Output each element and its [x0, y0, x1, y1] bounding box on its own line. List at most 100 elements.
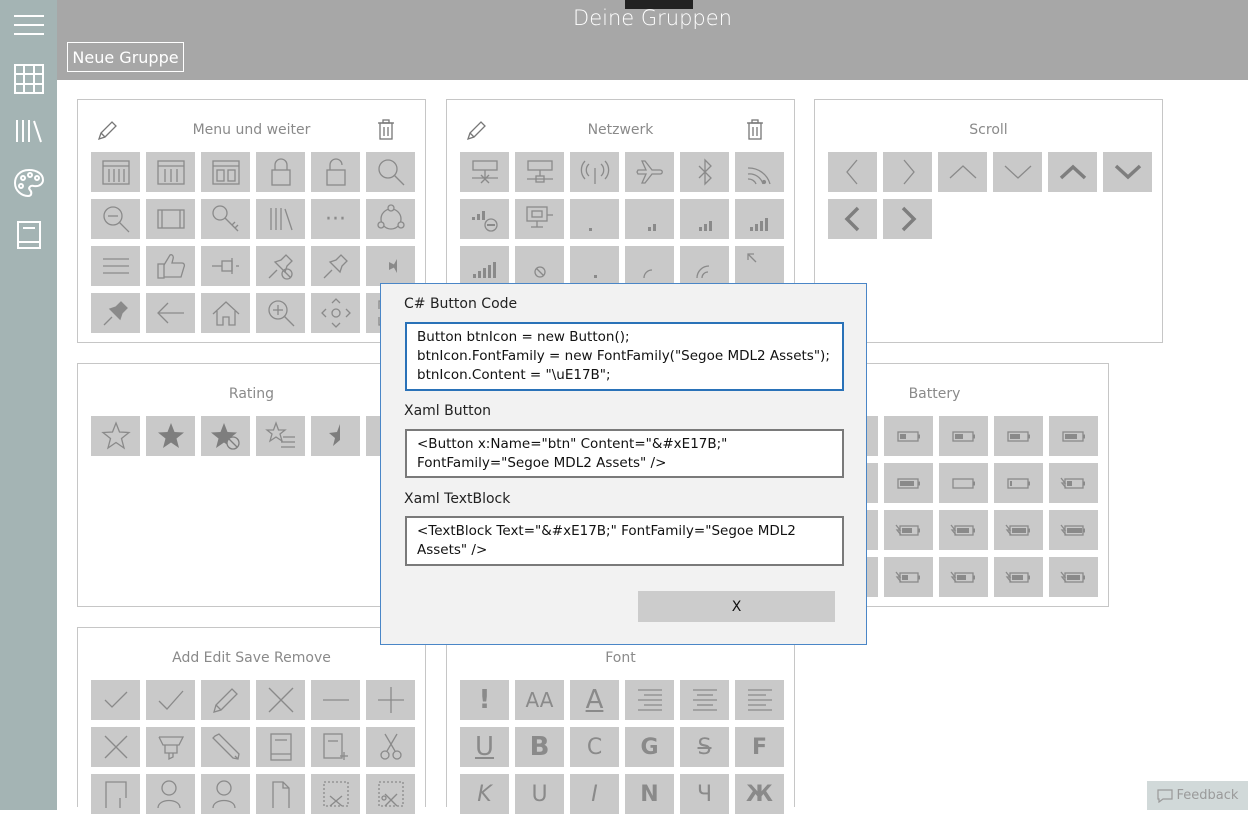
highlight-icon[interactable] — [146, 727, 195, 767]
cut-selection-icon[interactable] — [311, 774, 360, 814]
remove-icon[interactable] — [311, 680, 360, 720]
cut-icon[interactable] — [366, 774, 415, 814]
font-n-icon[interactable]: N — [625, 774, 674, 814]
bluetooth-icon[interactable] — [680, 152, 729, 192]
battery-high-icon[interactable] — [884, 463, 933, 503]
palette-nav-button[interactable] — [0, 158, 57, 208]
signal-bars-2-icon[interactable] — [680, 199, 729, 239]
add-document-icon[interactable] — [311, 727, 360, 767]
chevron-down-icon[interactable] — [993, 152, 1042, 192]
star-blocked-icon[interactable] — [201, 416, 250, 456]
battery-charging-0-icon[interactable] — [1049, 463, 1098, 503]
font-size-icon[interactable]: AA — [515, 680, 564, 720]
accept-icon[interactable] — [146, 680, 195, 720]
wifi-2-icon[interactable] — [680, 246, 729, 286]
home-icon[interactable] — [201, 293, 250, 333]
lock-icon[interactable] — [256, 152, 305, 192]
cancel-icon[interactable] — [256, 680, 305, 720]
chevron-right-icon[interactable] — [883, 152, 932, 192]
battery-saver-1-icon[interactable] — [884, 557, 933, 597]
star-outline-icon[interactable] — [91, 416, 140, 456]
zoom-in-icon[interactable] — [256, 293, 305, 333]
pin-horizontal-icon[interactable] — [201, 246, 250, 286]
antenna-icon[interactable] — [570, 152, 619, 192]
star-filled-icon[interactable] — [146, 416, 195, 456]
battery-charging-2-icon[interactable] — [884, 510, 933, 550]
calendar-week-icon[interactable] — [146, 152, 195, 192]
save-book-icon[interactable] — [256, 727, 305, 767]
more-icon[interactable]: ··· — [311, 199, 360, 239]
pin-icon[interactable] — [311, 246, 360, 286]
align-right-icon[interactable] — [625, 680, 674, 720]
align-left-icon[interactable] — [735, 680, 784, 720]
calendar-day-icon[interactable] — [201, 152, 250, 192]
battery-saver-3-icon[interactable] — [994, 557, 1043, 597]
page-corner-icon[interactable] — [91, 774, 140, 814]
new-group-button[interactable]: Neue Gruppe — [67, 42, 184, 72]
no-signal-icon[interactable] — [515, 246, 564, 286]
arrow-top-left-icon[interactable] — [735, 246, 784, 286]
back-arrow-icon[interactable] — [146, 293, 195, 333]
battery-saver-2-icon[interactable] — [939, 557, 988, 597]
like-icon[interactable] — [146, 246, 195, 286]
calendar-icon[interactable] — [91, 152, 140, 192]
remote-desktop-icon[interactable] — [515, 199, 564, 239]
font-c-icon[interactable]: C — [570, 727, 619, 767]
wifi-1-icon[interactable] — [625, 246, 674, 286]
pinned-bow-icon[interactable] — [366, 246, 415, 286]
scissors-icon[interactable] — [366, 727, 415, 767]
strikethrough-icon[interactable]: S — [680, 727, 729, 767]
library-nav-button[interactable] — [0, 106, 57, 156]
csharp-code-textbox[interactable]: Button btnIcon = new Button(); btnIcon.F… — [405, 322, 844, 391]
grid-nav-button[interactable] — [0, 54, 57, 104]
hamburger-button[interactable] — [0, 0, 57, 50]
network-icon[interactable] — [515, 152, 564, 192]
list-icon[interactable] — [91, 246, 140, 286]
zoom-out-icon[interactable] — [91, 199, 140, 239]
chevron-left-icon[interactable] — [828, 152, 877, 192]
move-icon[interactable] — [311, 293, 360, 333]
pencil-icon[interactable] — [201, 727, 250, 767]
align-center-icon[interactable] — [680, 680, 729, 720]
search-icon[interactable] — [366, 152, 415, 192]
italic-k-icon[interactable]: K — [460, 774, 509, 814]
key-icon[interactable] — [201, 199, 250, 239]
pinned-icon[interactable] — [91, 293, 140, 333]
wifi-warning-icon[interactable] — [460, 199, 509, 239]
signal-dot-icon[interactable] — [570, 246, 619, 286]
bold-icon[interactable]: B — [515, 727, 564, 767]
underline-icon[interactable]: U — [460, 727, 509, 767]
battery-empty-icon[interactable] — [939, 463, 988, 503]
add-contact-icon[interactable] — [146, 774, 195, 814]
font-f-icon[interactable]: F — [735, 727, 784, 767]
signal-bars-3-icon[interactable] — [735, 199, 784, 239]
chevron-up-bold-icon[interactable] — [1048, 152, 1097, 192]
book-nav-button[interactable] — [0, 210, 57, 260]
contact-icon[interactable] — [201, 774, 250, 814]
battery-alt-empty-icon[interactable] — [994, 463, 1043, 503]
share-icon[interactable] — [366, 199, 415, 239]
close-dialog-button[interactable]: X — [638, 591, 835, 622]
unlock-icon[interactable] — [311, 152, 360, 192]
battery-saver-4-icon[interactable] — [1049, 557, 1098, 597]
add-icon[interactable] — [366, 680, 415, 720]
favorite-list-icon[interactable] — [256, 416, 305, 456]
battery-2-icon[interactable] — [939, 416, 988, 456]
library-icon[interactable] — [256, 199, 305, 239]
edit-icon[interactable] — [201, 680, 250, 720]
trash-icon[interactable] — [377, 119, 395, 141]
xaml-button-code-textbox[interactable]: <Button x:Name="btn" Content="&#xE17B;" … — [405, 429, 844, 478]
font-color-icon[interactable]: A — [570, 680, 619, 720]
chevron-down-bold-icon[interactable] — [1103, 152, 1152, 192]
xaml-textblock-code-textbox[interactable]: <TextBlock Text="&#xE17B;" FontFamily="S… — [405, 516, 844, 566]
slideshow-icon[interactable] — [146, 199, 195, 239]
battery-charging-3-icon[interactable] — [939, 510, 988, 550]
trash-icon[interactable] — [746, 119, 764, 141]
signal-bars-0-icon[interactable] — [570, 199, 619, 239]
network-disconnect-icon[interactable] — [460, 152, 509, 192]
chevron-left-bold-icon[interactable] — [828, 199, 877, 239]
italic-icon[interactable]: I — [570, 774, 619, 814]
chevron-up-icon[interactable] — [938, 152, 987, 192]
battery-4-icon[interactable] — [1049, 416, 1098, 456]
battery-1-icon[interactable] — [884, 416, 933, 456]
